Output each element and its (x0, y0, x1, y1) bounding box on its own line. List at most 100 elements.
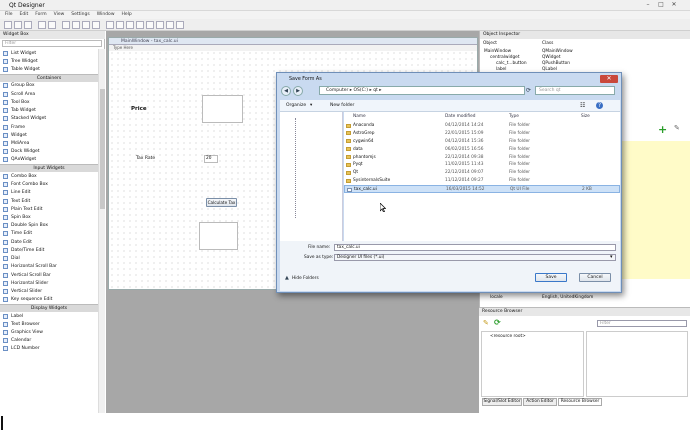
resource-root-item[interactable]: <resource root> (490, 334, 526, 339)
configure-icon[interactable]: ✎ (674, 124, 680, 132)
organize-menu[interactable]: Organize (286, 103, 306, 108)
edit-tab-order-icon[interactable] (92, 21, 100, 29)
widget-item-group-box[interactable]: Group Box (0, 82, 98, 90)
save-button[interactable]: Save (535, 273, 567, 282)
minimize-icon[interactable]: – (644, 1, 652, 8)
widget-item-font-combo-box[interactable]: Font Combo Box (0, 181, 98, 189)
class-column-header[interactable]: Class (542, 41, 553, 46)
folder-row[interactable]: data 06/02/2015 16:56 File folder (344, 146, 620, 154)
edit-signals-icon[interactable] (72, 21, 80, 29)
folder-row[interactable]: Anaconda 04/12/2014 14:24 File folder (344, 122, 620, 130)
layout-split-v-icon[interactable] (136, 21, 144, 29)
widget-item-table-widget[interactable]: Table Widget (0, 65, 98, 73)
hide-folders-toggle[interactable]: Hide Folders (292, 276, 319, 281)
folder-row[interactable]: SysinternalsSuite 11/12/2014 09:27 File fo… (344, 177, 620, 185)
menu-settings[interactable]: Settings (71, 11, 89, 19)
new-folder-button[interactable]: New folder (330, 103, 354, 108)
back-arrow-icon[interactable]: ◀ (281, 86, 291, 96)
column-header-name[interactable]: Name (353, 114, 366, 119)
save-type-select[interactable]: Designer UI files (*.ui) (334, 254, 616, 261)
save-form-icon[interactable] (24, 21, 32, 29)
view-options-icon[interactable]: ☷ (580, 102, 585, 109)
locale-property-value[interactable]: English, UnitedKingdom (542, 295, 593, 300)
menu-help[interactable]: Help (122, 11, 132, 19)
adjust-size-icon[interactable] (176, 21, 184, 29)
widget-item-combo-box[interactable]: Combo Box (0, 172, 98, 180)
breadcrumb-qt[interactable]: qt (373, 88, 378, 93)
widget-item-qaxwidget[interactable]: QAxWidget (0, 156, 98, 164)
widget-item-lcd-number[interactable]: LCD Number (0, 345, 98, 353)
widget-item-key-sequence-edit[interactable]: Key sequence Edit (0, 296, 98, 304)
edit-buddies-icon[interactable] (82, 21, 90, 29)
category-input-widgets[interactable]: Input Widgets (0, 164, 98, 173)
bring-to-front-icon[interactable] (48, 21, 56, 29)
widget-item-spin-box[interactable]: Spin Box (0, 213, 98, 221)
resource-tree[interactable]: <resource root> (481, 331, 584, 397)
refresh-icon[interactable]: ⟳ (526, 87, 531, 94)
navigation-pane[interactable] (280, 112, 343, 241)
layout-split-h-icon[interactable] (126, 21, 134, 29)
widget-item-scroll-area[interactable]: Scroll Area (0, 90, 98, 98)
file-name-input[interactable]: tax_calc.ui (334, 244, 616, 251)
widget-item-calendar[interactable]: Calendar (0, 337, 98, 345)
folder-row[interactable]: Pyqt 11/02/2015 11:43 File folder (344, 161, 620, 169)
help-icon[interactable]: ? (596, 102, 603, 109)
folder-row[interactable]: Qt 22/12/2014 09:07 File folder (344, 169, 620, 177)
break-layout-icon[interactable] (166, 21, 174, 29)
menu-file[interactable]: File (5, 11, 13, 19)
dialog-search-input[interactable]: Search qt (535, 86, 615, 95)
widget-item-double-spin-box[interactable]: Double Spin Box (0, 222, 98, 230)
calculate-tax-button[interactable]: Calculate Tax (206, 198, 237, 207)
price-input[interactable] (202, 95, 243, 123)
object-column-header[interactable]: Object (483, 41, 497, 46)
widget-item-frame[interactable]: Frame (0, 123, 98, 131)
widget-item-mdiarea[interactable]: MdiArea (0, 139, 98, 147)
widget-item-dial[interactable]: Dial (0, 254, 98, 262)
widget-item-stacked-widget[interactable]: Stacked Widget (0, 115, 98, 123)
widget-item-tab-widget[interactable]: Tab Widget (0, 107, 98, 115)
reload-icon[interactable]: ⟳ (494, 318, 501, 327)
menu-view[interactable]: View (54, 11, 65, 19)
layout-horizontal-icon[interactable] (106, 21, 114, 29)
menu-form[interactable]: Form (35, 11, 46, 19)
widget-item-vertical-scroll-bar[interactable]: Vertical Scroll Bar (0, 271, 98, 279)
widget-item-vertical-slider[interactable]: Vertical Slider (0, 287, 98, 295)
resource-filter-input[interactable]: Filter (597, 320, 687, 327)
widget-box-scrollbar[interactable] (98, 49, 105, 413)
file-row[interactable]: tax_calc.ui 16/03/2015 14:52 Qt UI File 2 K… (344, 185, 620, 193)
widget-item-label[interactable]: Label (0, 312, 98, 320)
tab-resource-browser[interactable]: Resource Browser (558, 398, 602, 406)
edit-resources-icon[interactable]: ✎ (483, 319, 489, 327)
new-form-icon[interactable] (4, 21, 12, 29)
forward-arrow-icon[interactable]: ▶ (293, 86, 303, 96)
widget-item-time-edit[interactable]: Time Edit (0, 230, 98, 238)
widget-item-line-edit[interactable]: Line Edit (0, 189, 98, 197)
scrollbar-thumb[interactable] (100, 89, 105, 209)
widget-item-graphics-view[interactable]: Graphics View (0, 328, 98, 336)
widget-item-plain-text-edit[interactable]: Plain Text Edit (0, 205, 98, 213)
edit-widgets-icon[interactable] (62, 21, 70, 29)
widget-filter-input[interactable]: Filter (2, 40, 102, 47)
widget-item-widget[interactable]: Widget (0, 131, 98, 139)
menu-window[interactable]: Window (97, 11, 115, 19)
save-type-dropdown-icon[interactable]: ▾ (610, 254, 613, 260)
menu-edit[interactable]: Edit (20, 11, 29, 19)
widget-item-text-edit[interactable]: Text Edit (0, 197, 98, 205)
folder-row[interactable]: phantomjs 22/12/2014 09:38 File folder (344, 154, 620, 162)
tab-action-editor[interactable]: Action Editor (523, 398, 557, 406)
column-header-date[interactable]: Date modified (445, 114, 475, 119)
widget-item-tree-widget[interactable]: Tree Widget (0, 57, 98, 65)
layout-grid-icon[interactable] (146, 21, 154, 29)
property-editor-values[interactable] (620, 141, 690, 279)
column-header-size[interactable]: Size (581, 114, 590, 119)
tax-output-box[interactable] (199, 222, 238, 250)
tax-rate-label[interactable]: Tax Rate (136, 156, 155, 161)
widget-item-tool-box[interactable]: Tool Box (0, 98, 98, 106)
column-header-type[interactable]: Type (509, 114, 519, 119)
cancel-button[interactable]: Cancel (579, 273, 611, 282)
widget-item-date-time-edit[interactable]: Date/Time Edit (0, 246, 98, 254)
dialog-close-button[interactable]: ✕ (600, 75, 618, 83)
widget-item-date-edit[interactable]: Date Edit (0, 238, 98, 246)
tax-rate-spinbox[interactable]: 20 (204, 155, 218, 163)
breadcrumb-drive[interactable]: OS(C:) (354, 88, 369, 93)
